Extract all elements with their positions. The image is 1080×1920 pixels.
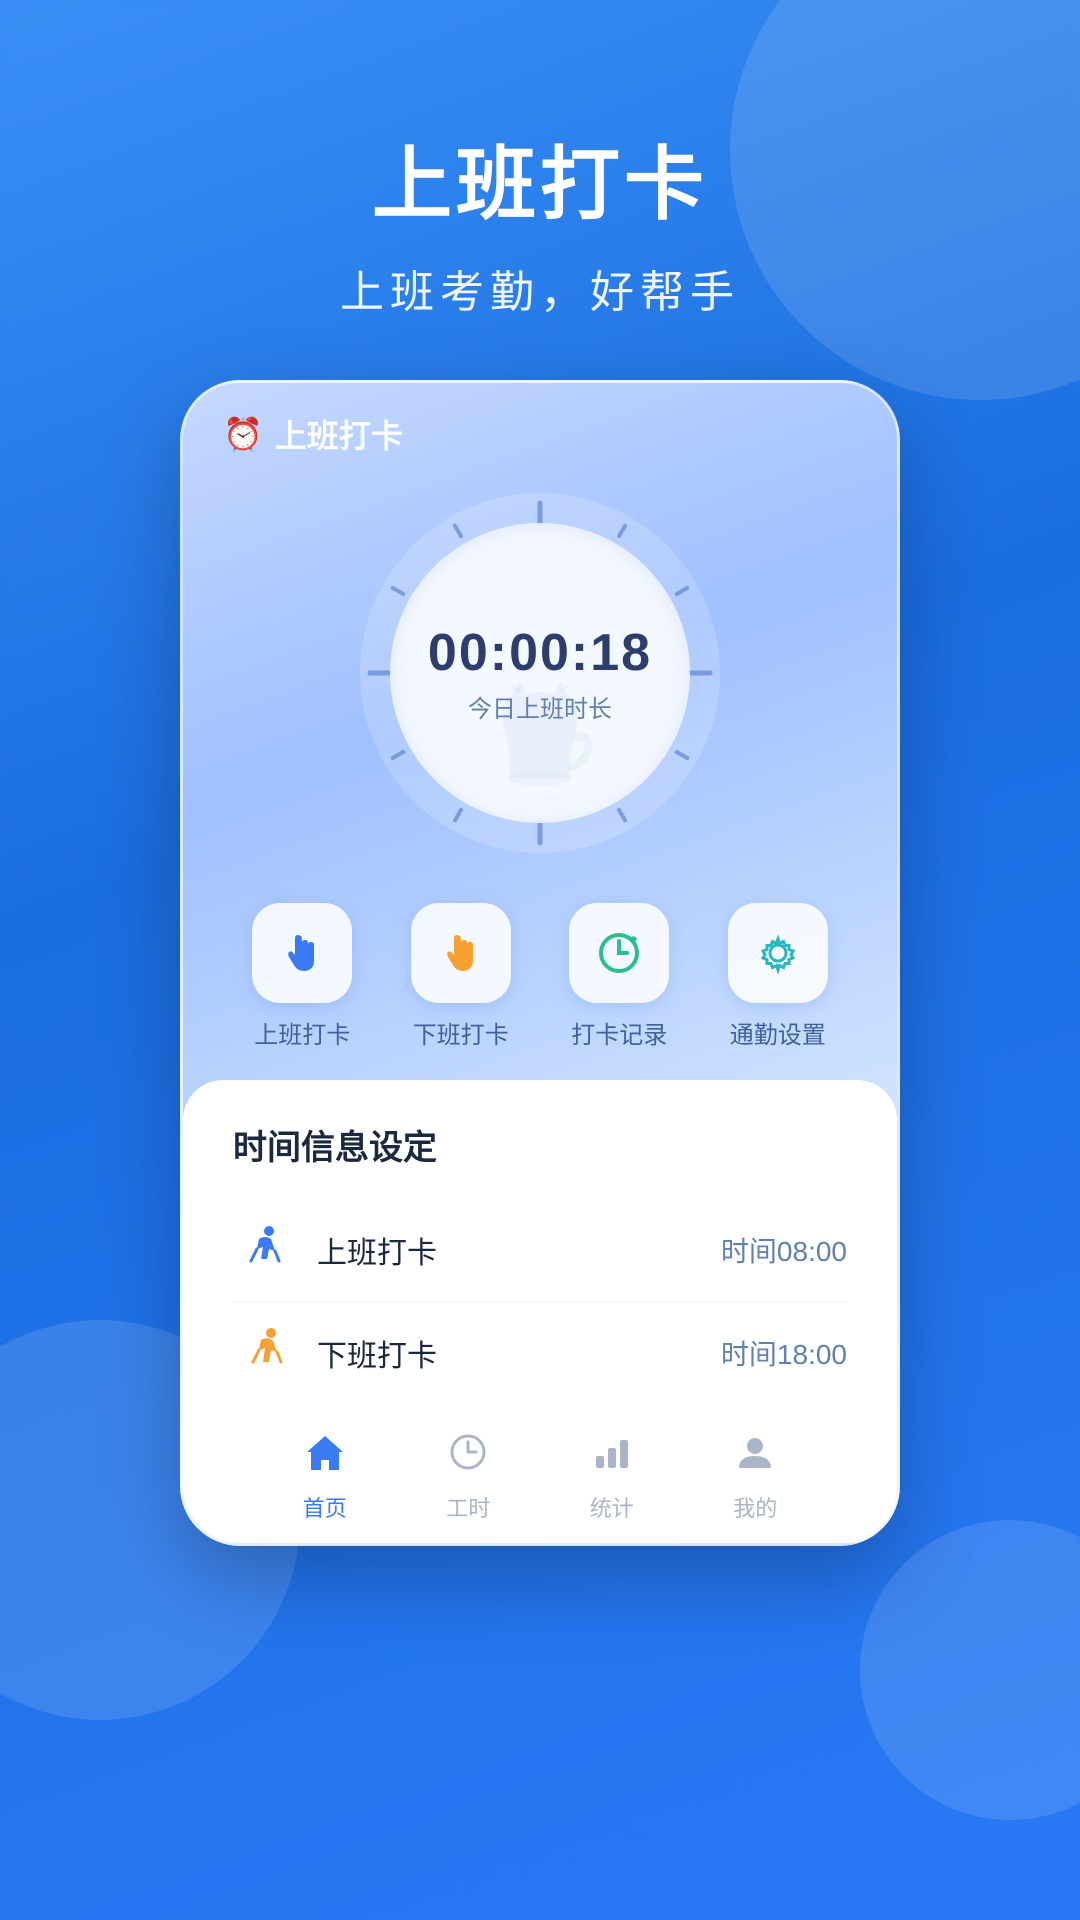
phone-app-title: 上班打卡 — [275, 411, 403, 457]
settings-button[interactable] — [728, 903, 828, 1003]
alarm-icon: ⏰ — [223, 415, 263, 453]
page-subtitle: 上班考勤，好帮手 — [340, 256, 740, 320]
nav-hours-label: 工时 — [446, 1491, 490, 1523]
section-title: 时间信息设定 — [233, 1120, 847, 1169]
nav-home[interactable]: 首页 — [303, 1432, 347, 1523]
nav-stats[interactable]: 统计 — [590, 1432, 634, 1523]
home-icon — [303, 1432, 347, 1483]
bottom-info-card: 时间信息设定 上班打卡 时间08:00 — [183, 1080, 897, 1543]
nav-profile[interactable]: 我的 — [733, 1432, 777, 1523]
end-work-icon — [233, 1326, 293, 1380]
end-work-name: 下班打卡 — [317, 1331, 697, 1375]
clock-area: 00:00:18 今日上班时长 — [183, 473, 897, 883]
records-button[interactable] — [569, 903, 669, 1003]
nav-profile-label: 我的 — [733, 1491, 777, 1523]
schedule-row-end[interactable]: 下班打卡 时间18:00 — [233, 1302, 847, 1404]
nav-home-label: 首页 — [303, 1491, 347, 1523]
checkout-label: 下班打卡 — [413, 1015, 509, 1050]
checkin-btn-wrap[interactable]: 上班打卡 — [252, 903, 352, 1050]
settings-btn-wrap[interactable]: 通勤设置 — [728, 903, 828, 1050]
start-work-icon — [233, 1223, 293, 1277]
bottom-nav: 首页 工时 — [233, 1404, 847, 1543]
records-label: 打卡记录 — [571, 1015, 667, 1050]
checkin-hand-icon — [276, 927, 328, 979]
profile-icon — [735, 1432, 775, 1483]
start-work-time: 时间08:00 — [721, 1230, 847, 1270]
clock-time-display: 00:00:18 — [428, 623, 652, 683]
clock-outer-ring: 00:00:18 今日上班时长 — [360, 493, 720, 853]
action-buttons-row: 上班打卡 下班打卡 打卡记录 — [183, 883, 897, 1080]
phone-mockup: ⏰ 上班打卡 — [180, 380, 900, 1546]
settings-label: 通勤设置 — [730, 1015, 826, 1050]
clock-label: 今日上班时长 — [468, 689, 612, 724]
checkout-hand-icon — [435, 927, 487, 979]
checkout-button[interactable] — [411, 903, 511, 1003]
checkout-btn-wrap[interactable]: 下班打卡 — [411, 903, 511, 1050]
end-work-time: 时间18:00 — [721, 1333, 847, 1373]
phone-top-bar: ⏰ 上班打卡 — [183, 383, 897, 473]
clock-inner: 00:00:18 今日上班时长 — [390, 523, 690, 823]
page-title: 上班打卡 — [372, 120, 708, 236]
settings-gear-icon — [752, 927, 804, 979]
nav-hours[interactable]: 工时 — [446, 1432, 490, 1523]
records-btn-wrap[interactable]: 打卡记录 — [569, 903, 669, 1050]
bg-decoration-3 — [860, 1520, 1080, 1820]
stats-bar-icon — [592, 1432, 632, 1483]
records-icon — [593, 927, 645, 979]
checkin-label: 上班打卡 — [254, 1015, 350, 1050]
checkin-button[interactable] — [252, 903, 352, 1003]
clock-icon — [448, 1432, 488, 1483]
page-wrapper: 上班打卡 上班考勤，好帮手 ⏰ 上班打卡 — [0, 0, 1080, 1546]
nav-stats-label: 统计 — [590, 1491, 634, 1523]
schedule-row-start[interactable]: 上班打卡 时间08:00 — [233, 1199, 847, 1302]
start-work-name: 上班打卡 — [317, 1228, 697, 1272]
